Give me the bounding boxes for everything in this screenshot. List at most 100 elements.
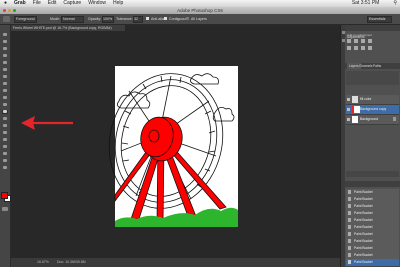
quick-mask-icon[interactable] xyxy=(2,207,8,211)
adjustment-icons xyxy=(347,39,398,53)
zoom-level[interactable]: 16.67% xyxy=(37,258,49,267)
quick-select-tool-icon[interactable] xyxy=(2,54,8,58)
foreground-color-swatch[interactable] xyxy=(1,192,8,199)
zoom-window-icon[interactable] xyxy=(13,9,16,12)
paint-bucket-icon xyxy=(348,239,351,243)
paint-bucket-preset-icon[interactable] xyxy=(3,16,10,22)
levels-icon[interactable] xyxy=(354,39,358,43)
layer-thumbnail xyxy=(352,116,358,123)
menu-help[interactable]: Help xyxy=(113,0,123,7)
tolerance-input[interactable]: 32 xyxy=(133,16,143,23)
paint-bucket-icon xyxy=(348,225,351,229)
contiguous-checkbox[interactable] xyxy=(164,17,167,20)
shape-tool-icon[interactable] xyxy=(2,152,8,156)
menu-capture[interactable]: Capture xyxy=(63,0,81,7)
layer-thumbnail xyxy=(352,96,358,103)
close-window-icon[interactable] xyxy=(3,9,6,12)
add-adjustment-label: Add an adjustment xyxy=(347,33,373,37)
mac-menubar: ● Grab File Edit Capture Window Help Sat… xyxy=(0,0,400,7)
layer-name: Background copy xyxy=(360,107,387,111)
layer-row[interactable]: fill color xyxy=(346,95,399,105)
layer-name: Background xyxy=(360,117,379,121)
tab-paths[interactable]: Paths xyxy=(373,63,381,69)
paint-bucket-icon xyxy=(348,253,351,257)
zoom-tool-icon[interactable] xyxy=(2,166,8,170)
mode-label: Mode: xyxy=(50,17,60,21)
history-header: History xyxy=(345,181,400,195)
layer-thumbnail xyxy=(352,106,360,113)
opacity-label: Opacity: xyxy=(88,17,102,21)
window-titlebar: Adobe Photoshop CS6 xyxy=(0,7,400,14)
antialias-checkbox[interactable] xyxy=(146,17,149,20)
curves-icon[interactable] xyxy=(361,39,365,43)
document-tab-label: Ferris Wheel WHITE.psd @ 16.7% (Backgrou… xyxy=(13,26,112,30)
hue-saturation-icon[interactable] xyxy=(354,46,358,50)
history-brush-tool-icon[interactable] xyxy=(2,96,8,100)
blur-tool-icon[interactable] xyxy=(2,117,8,121)
eye-icon[interactable] xyxy=(347,118,350,121)
menu-edit[interactable]: Edit xyxy=(48,0,57,7)
paint-bucket-tool-icon[interactable] xyxy=(2,110,8,114)
mode-select[interactable]: Normal xyxy=(61,16,84,23)
eye-icon[interactable] xyxy=(347,108,350,111)
paint-bucket-icon xyxy=(348,190,351,194)
pen-tool-icon[interactable] xyxy=(2,131,8,135)
workspace-select[interactable]: Essentials xyxy=(367,16,392,23)
eye-icon[interactable] xyxy=(347,98,350,101)
brightness-icon[interactable] xyxy=(347,39,351,43)
spotlight-icon[interactable]: ⚲ xyxy=(393,0,397,7)
menubar-clock: Sat 3:51 PM xyxy=(351,0,380,6)
eyedropper-tool-icon[interactable] xyxy=(2,68,8,72)
history-item-label: Paint Bucket xyxy=(354,260,373,264)
crop-tool-icon[interactable] xyxy=(2,61,8,65)
dodge-tool-icon[interactable] xyxy=(2,124,8,128)
paint-bucket-icon xyxy=(348,197,351,201)
lasso-tool-icon[interactable] xyxy=(2,47,8,51)
vibrance-icon[interactable] xyxy=(347,46,351,50)
history-item-selected[interactable]: Paint Bucket xyxy=(346,259,399,267)
path-selection-tool-icon[interactable] xyxy=(2,145,8,149)
paint-bucket-icon xyxy=(348,260,351,264)
history-item-label: Paint Bucket xyxy=(354,197,373,201)
brush-tool-icon[interactable] xyxy=(2,82,8,86)
history-item-label: Paint Bucket xyxy=(354,246,373,250)
tolerance-label: Tolerance: xyxy=(116,17,133,21)
tab-channels[interactable]: Channels xyxy=(359,63,372,69)
history-item-label: Paint Bucket xyxy=(354,218,373,222)
apple-icon[interactable]: ● xyxy=(4,0,7,7)
minimize-window-icon[interactable] xyxy=(8,9,11,12)
eraser-tool-icon[interactable] xyxy=(2,103,8,107)
history-item-label: Paint Bucket xyxy=(354,239,373,243)
paint-bucket-icon xyxy=(348,232,351,236)
healing-brush-tool-icon[interactable] xyxy=(2,75,8,79)
layer-row[interactable]: Background xyxy=(346,115,399,125)
black-white-icon[interactable] xyxy=(368,46,372,50)
menu-window[interactable]: Window xyxy=(88,0,106,7)
adjustments-header: Adjustments xyxy=(345,25,400,39)
all-layers-checkbox[interactable] xyxy=(186,17,189,20)
layer-name: fill color xyxy=(360,97,372,101)
exposure-icon[interactable] xyxy=(368,39,372,43)
paint-bucket-icon xyxy=(348,204,351,208)
hand-tool-icon[interactable] xyxy=(2,159,8,163)
clone-stamp-tool-icon[interactable] xyxy=(2,89,8,93)
history-item-label: Paint Bucket xyxy=(354,204,373,208)
marquee-tool-icon[interactable] xyxy=(2,40,8,44)
menu-grab[interactable]: Grab xyxy=(14,0,26,7)
layers-header: Layers Channels Paths xyxy=(345,63,400,69)
doc-size: Doc: 10.3M/30.5M xyxy=(57,260,86,264)
type-tool-icon[interactable] xyxy=(2,138,8,142)
menu-file[interactable]: File xyxy=(33,0,41,7)
contiguous-label: Contiguous xyxy=(169,17,188,21)
status-bar: 16.67% Doc: 10.3M/30.5M xyxy=(11,258,340,267)
lock-icon xyxy=(393,117,396,121)
move-tool-icon[interactable] xyxy=(2,33,8,37)
layer-row-selected[interactable]: Background copy xyxy=(346,105,399,115)
document-canvas[interactable] xyxy=(11,31,340,258)
fill-source-select[interactable]: Foreground xyxy=(14,16,37,23)
history-item-label: Paint Bucket xyxy=(354,253,373,257)
color-balance-icon[interactable] xyxy=(361,46,365,50)
layer-filter-controls[interactable] xyxy=(346,71,399,85)
opacity-input[interactable]: 100% xyxy=(102,16,114,23)
canvas-area[interactable] xyxy=(11,31,340,258)
